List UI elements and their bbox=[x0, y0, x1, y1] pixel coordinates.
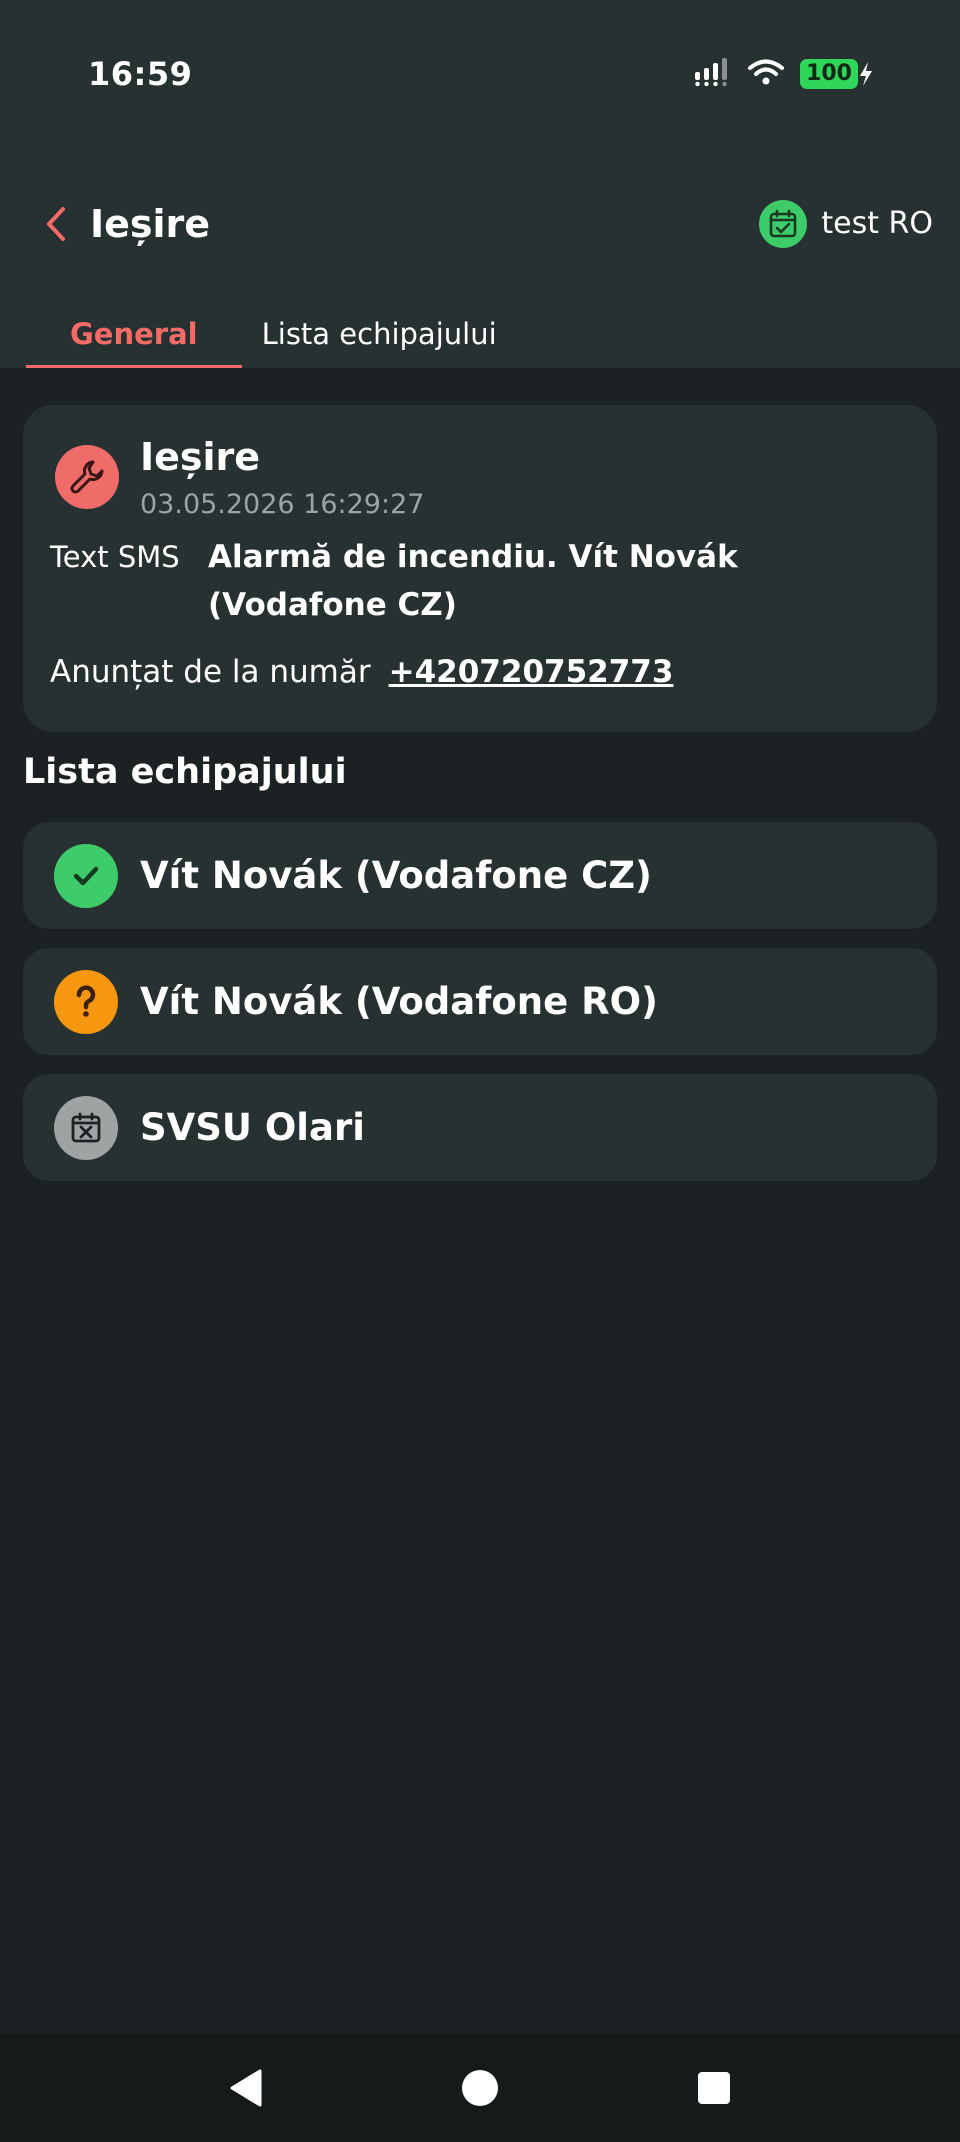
nav-recents-button[interactable] bbox=[690, 2064, 738, 2112]
calendar-check-icon bbox=[759, 200, 808, 248]
triangle-back-icon bbox=[230, 2069, 262, 2107]
crew-member-name: Vít Novák (Vodafone RO) bbox=[140, 980, 658, 1023]
tab-bar: General Lista echipajului bbox=[26, 300, 541, 368]
sms-row: Text SMS Alarmă de incendiu. Vít Novák (… bbox=[50, 533, 920, 629]
unit-selector[interactable]: test RO bbox=[759, 200, 933, 248]
status-icons: 100 bbox=[694, 58, 874, 90]
event-datetime: 03.05.2026 16:29:27 bbox=[140, 489, 425, 520]
app-header: 16:59 100 Ieșire test RO General Lista e… bbox=[0, 0, 960, 368]
wrench-icon bbox=[55, 445, 119, 509]
crew-member-name: SVSU Olari bbox=[140, 1106, 365, 1149]
nav-back-button[interactable] bbox=[222, 2064, 270, 2112]
square-recents-icon bbox=[698, 2072, 730, 2104]
unit-name: test RO bbox=[821, 206, 933, 241]
battery-level: 100 bbox=[800, 59, 858, 89]
phone-label: Anunțat de la număr bbox=[50, 654, 371, 690]
screen: 16:59 100 Ieșire test RO General Lista e… bbox=[0, 0, 960, 2142]
status-time: 16:59 bbox=[88, 55, 193, 93]
wifi-icon bbox=[748, 58, 785, 90]
tab-general[interactable]: General bbox=[26, 300, 242, 368]
question-icon bbox=[54, 970, 118, 1034]
tab-crew-list[interactable]: Lista echipajului bbox=[242, 300, 541, 368]
crew-member-item[interactable]: Vít Novák (Vodafone RO) bbox=[23, 948, 937, 1055]
system-nav-bar bbox=[0, 2034, 960, 2142]
nav-home-button[interactable] bbox=[456, 2064, 504, 2112]
page-title: Ieșire bbox=[90, 202, 211, 246]
crew-member-item[interactable]: SVSU Olari bbox=[23, 1074, 937, 1181]
crew-member-name: Vít Novák (Vodafone CZ) bbox=[140, 854, 652, 897]
crew-section-title: Lista echipajului bbox=[23, 752, 347, 792]
calendar-x-icon bbox=[54, 1096, 118, 1160]
check-icon bbox=[54, 844, 118, 908]
phone-number-link[interactable]: +420720752773 bbox=[389, 648, 674, 696]
battery-indicator: 100 bbox=[800, 59, 874, 89]
event-card: Ieșire 03.05.2026 16:29:27 Text SMS Alar… bbox=[23, 405, 937, 732]
signal-icon bbox=[694, 58, 732, 90]
event-title: Ieșire bbox=[140, 435, 261, 479]
back-button[interactable] bbox=[36, 200, 76, 248]
charging-icon bbox=[860, 62, 872, 86]
crew-member-item[interactable]: Vít Novák (Vodafone CZ) bbox=[23, 822, 937, 929]
circle-home-icon bbox=[462, 2070, 498, 2106]
sms-label: Text SMS bbox=[50, 540, 180, 574]
chevron-left-icon bbox=[47, 207, 65, 241]
phone-row: Anunțat de la număr +420720752773 bbox=[50, 648, 673, 696]
sms-text: Alarmă de incendiu. Vít Novák (Vodafone … bbox=[208, 539, 738, 623]
